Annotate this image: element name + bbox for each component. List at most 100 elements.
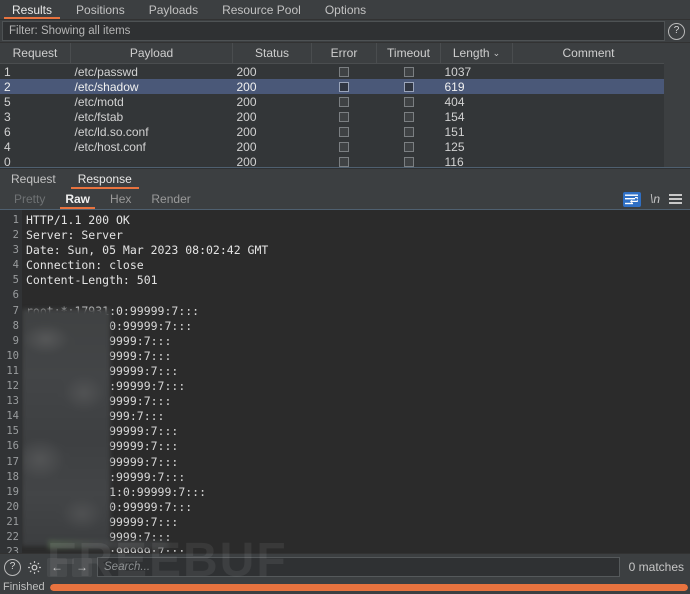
cell-payload: /etc/passwd: [70, 63, 233, 79]
cell-comment[interactable]: [512, 124, 664, 139]
response-line: Connection: close: [26, 258, 144, 273]
table-row[interactable]: 5 /etc/motd 200 404: [0, 94, 664, 109]
filter-field[interactable]: Filter: Showing all items: [2, 21, 665, 41]
cell-request: 5: [0, 94, 71, 109]
error-checkbox[interactable]: [339, 97, 349, 108]
timeout-checkbox[interactable]: [403, 97, 414, 108]
response-line: 999:7:::: [26, 409, 165, 424]
tab-resource-pool[interactable]: Resource Pool: [210, 0, 313, 19]
gear-icon[interactable]: [26, 559, 42, 575]
cell-request: 6: [0, 124, 71, 139]
tab-positions-label: Positions: [76, 2, 125, 17]
line-number: 11: [6, 364, 19, 377]
view-tab-hex[interactable]: Hex: [100, 189, 141, 209]
line-number: 16: [6, 440, 19, 453]
hamburger-menu-icon[interactable]: [669, 194, 682, 204]
error-checkbox[interactable]: [339, 82, 349, 93]
timeout-checkbox[interactable]: [403, 67, 414, 78]
error-checkbox[interactable]: [339, 127, 349, 138]
cell-comment[interactable]: [512, 109, 664, 124]
column-header-payload[interactable]: Payload: [70, 43, 233, 64]
cell-error: [311, 109, 377, 124]
error-checkbox[interactable]: [339, 67, 349, 78]
response-editor[interactable]: 1 2 3 4 5 6 7 8 9 10 11 12 13 14 15 16 1…: [0, 209, 690, 553]
column-header-request[interactable]: Request: [0, 43, 71, 64]
cell-comment[interactable]: [512, 79, 664, 94]
cell-payload: [70, 154, 233, 168]
error-checkbox[interactable]: [339, 142, 349, 153]
line-number: 13: [6, 395, 19, 408]
line-number: 20: [6, 500, 19, 513]
tab-payloads[interactable]: Payloads: [137, 0, 210, 19]
cell-request: 2: [0, 79, 71, 94]
column-header-comment[interactable]: Comment: [512, 43, 664, 64]
cell-length: 404: [440, 94, 513, 109]
word-wrap-icon[interactable]: [622, 191, 641, 207]
column-header-length[interactable]: Length ⌄: [440, 43, 513, 64]
table-row[interactable]: 2 /etc/shadow 200 619: [0, 79, 664, 94]
cell-payload: /etc/fstab: [70, 109, 233, 124]
cell-error: [311, 154, 377, 168]
cell-comment[interactable]: [512, 94, 664, 109]
tab-positions[interactable]: Positions: [64, 0, 137, 19]
newline-icon[interactable]: \n: [650, 192, 660, 206]
timeout-checkbox[interactable]: [403, 142, 414, 153]
table-row[interactable]: 0 200 116: [0, 154, 664, 168]
timeout-checkbox[interactable]: [403, 112, 414, 123]
question-circle-icon[interactable]: ?: [4, 558, 21, 576]
table-row[interactable]: 3 /etc/fstab 200 154: [0, 109, 664, 124]
column-header-timeout[interactable]: Timeout: [376, 43, 441, 64]
view-tab-pretty[interactable]: Pretty: [4, 189, 55, 209]
column-header-request-label: Request: [12, 46, 58, 60]
tab-response[interactable]: Response: [67, 169, 143, 189]
search-input[interactable]: Search...: [97, 557, 620, 577]
question-circle-icon[interactable]: ?: [668, 22, 685, 40]
cell-length: 125: [440, 139, 513, 154]
cell-length: 154: [440, 109, 513, 124]
cell-comment[interactable]: [512, 63, 664, 79]
response-line: 99999:7:::: [26, 454, 179, 469]
table-row[interactable]: 1 /etc/passwd 200 1037: [0, 63, 664, 79]
tab-results[interactable]: Results: [0, 0, 64, 19]
results-table-body: 1 /etc/passwd 200 1037 2 /etc/shadow 200…: [0, 63, 664, 168]
cell-comment[interactable]: [512, 154, 664, 168]
cell-error: [311, 124, 377, 139]
progress-bar: [49, 583, 688, 591]
table-row[interactable]: 4 /etc/host.conf 200 125: [0, 139, 664, 154]
response-line: :99999:7:::: [26, 469, 186, 484]
tab-request[interactable]: Request: [0, 169, 67, 189]
line-number: 8: [12, 319, 19, 332]
column-header-status[interactable]: Status: [232, 43, 312, 64]
table-row[interactable]: 6 /etc/ld.so.conf 200 151: [0, 124, 664, 139]
error-checkbox[interactable]: [339, 157, 349, 168]
search-prev-button[interactable]: ←: [47, 557, 67, 577]
intruder-tab-bar: Results Positions Payloads Resource Pool…: [0, 0, 690, 20]
response-body[interactable]: HTTP/1.1 200 OK Server: Server Date: Sun…: [22, 210, 690, 553]
cell-error: [311, 139, 377, 154]
view-tab-render[interactable]: Render: [141, 189, 200, 209]
column-header-status-label: Status: [254, 46, 290, 60]
cell-timeout: [376, 79, 441, 94]
error-checkbox[interactable]: [339, 112, 349, 123]
results-table-panel: Request Payload Status Error Timeout Len…: [0, 42, 690, 168]
cell-status: 200: [232, 109, 312, 124]
cell-length: 1037: [440, 63, 513, 79]
cell-comment[interactable]: [512, 139, 664, 154]
search-match-count: 0 matches: [628, 560, 684, 574]
cell-error: [311, 94, 377, 109]
search-next-button[interactable]: →: [72, 557, 92, 577]
line-number: 1: [12, 214, 19, 226]
response-line: :99999:7:::: [26, 379, 186, 394]
view-tab-pretty-label: Pretty: [14, 192, 46, 206]
cell-length: 619: [440, 79, 513, 94]
timeout-checkbox[interactable]: [403, 127, 414, 138]
view-tab-raw[interactable]: Raw: [55, 189, 100, 209]
response-line: 9999:7:::: [26, 333, 172, 348]
cell-status: 200: [232, 63, 312, 79]
tab-options[interactable]: Options: [313, 0, 378, 19]
timeout-checkbox[interactable]: [403, 157, 414, 168]
response-line: :99999:7:::: [26, 545, 186, 553]
timeout-checkbox[interactable]: [403, 82, 414, 93]
column-header-error[interactable]: Error: [311, 43, 377, 64]
line-number: 21: [6, 515, 19, 528]
